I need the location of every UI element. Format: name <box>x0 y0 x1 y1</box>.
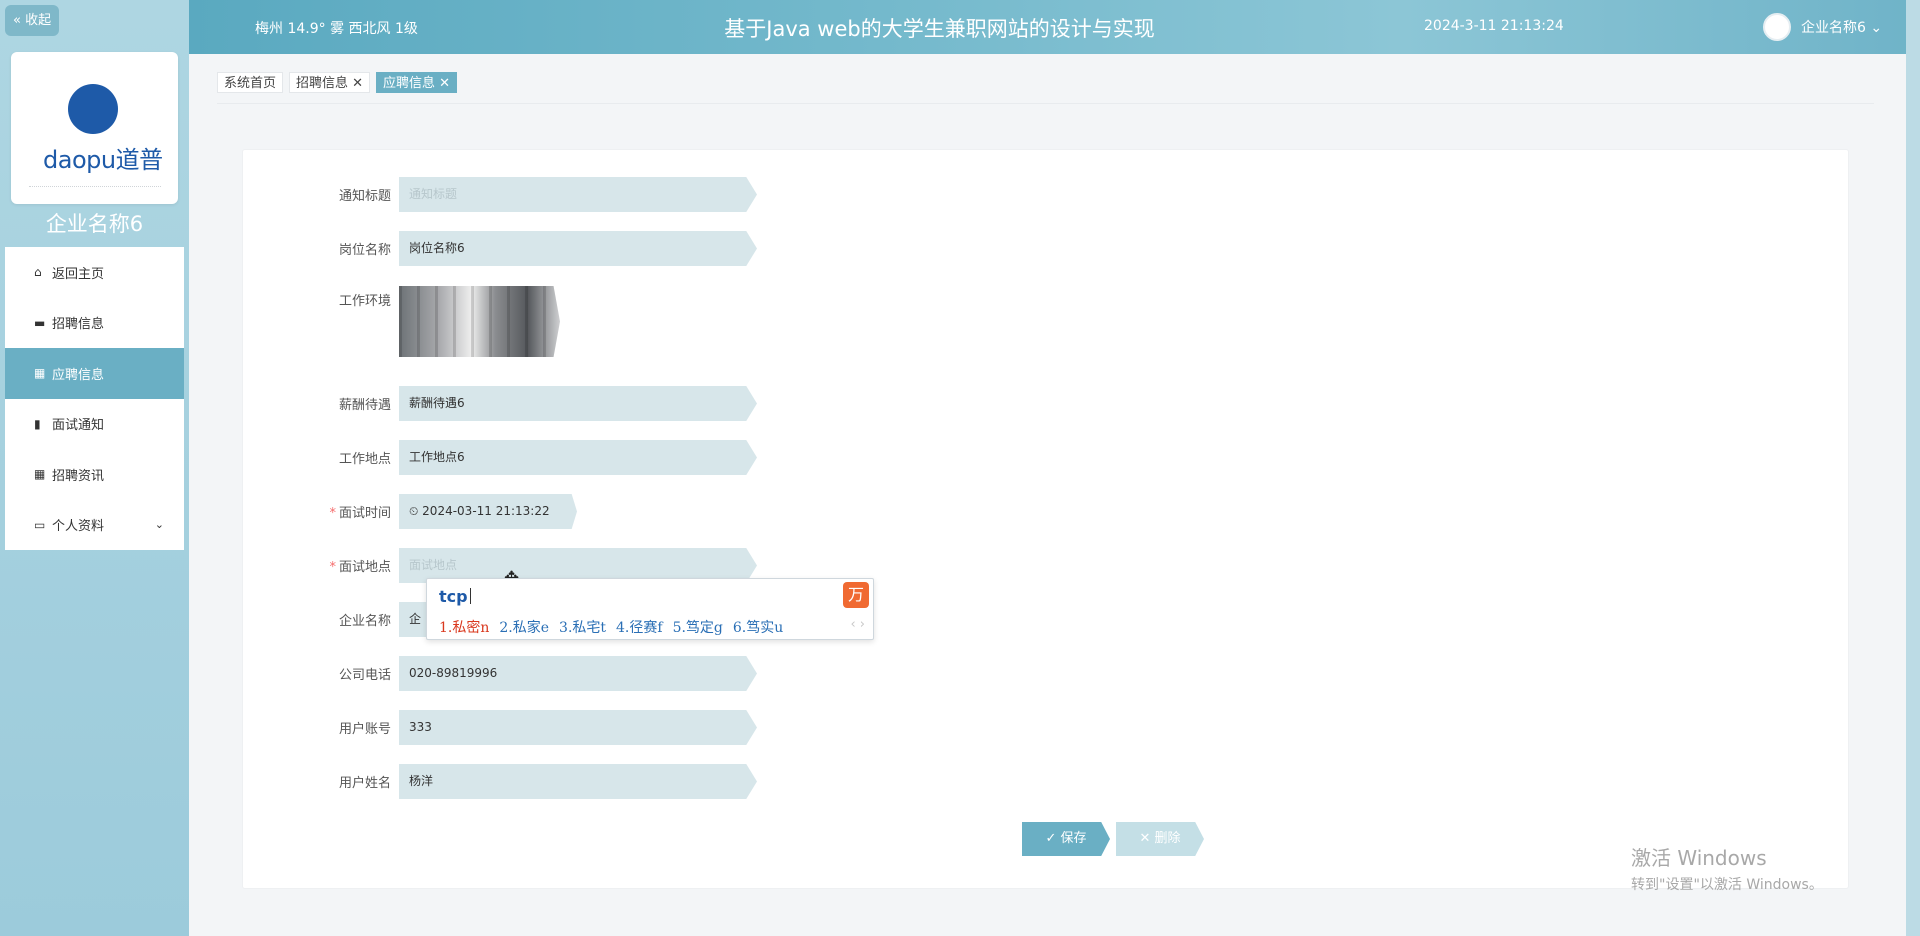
field-label: 用户账号 <box>338 722 391 737</box>
page-scrollbar[interactable] <box>1906 0 1920 936</box>
avatar <box>1763 13 1791 41</box>
required-mark: * <box>329 506 336 521</box>
ime-candidate[interactable]: 6.笃实u <box>733 617 783 637</box>
ime-candidate-window[interactable]: tcp 万 1.私密n 2.私家e 3.私宅t 4.径赛f 5.笃定g 6.笃实… <box>426 578 874 640</box>
sidebar-item-profile[interactable]: ▭ 个人资料 ⌄ <box>5 500 184 551</box>
required-mark: * <box>329 560 336 575</box>
user-account-input[interactable]: 333 <box>399 710 757 745</box>
windows-activation-watermark: 激活 Windows 转到"设置"以激活 Windows。 <box>1631 842 1823 894</box>
field-label: 工作环境 <box>338 294 391 309</box>
ime-page-arrows[interactable]: ‹ › <box>850 617 865 632</box>
tab-home[interactable]: 系统首页 <box>217 72 284 93</box>
field-label: 企业名称 <box>338 614 391 629</box>
application-form: 通知标题 通知标题 岗位名称 岗位名称6 工作环境 薪酬待遇 薪酬待遇6 工作地… <box>242 149 1849 889</box>
ime-candidates: 1.私密n 2.私家e 3.私宅t 4.径赛f 5.笃定g 6.笃实u <box>439 617 783 637</box>
ime-candidate[interactable]: 5.笃定g <box>673 617 723 637</box>
delete-button[interactable]: ✕ 删除 <box>1116 822 1204 856</box>
ime-candidate[interactable]: 4.径赛f <box>616 617 663 637</box>
salary-input[interactable]: 薪酬待遇6 <box>399 386 757 421</box>
top-header: 梅州 14.9° 雾 西北风 1级 基于Java web的大学生兼职网站的设计与… <box>189 0 1920 54</box>
user-name-input[interactable]: 杨洋 <box>399 764 757 799</box>
sidebar-item-label: 招聘资讯 <box>52 468 105 484</box>
field-label: 岗位名称 <box>338 243 391 258</box>
form-row: 用户账号 333 <box>243 710 757 745</box>
home-icon: ⌂ <box>34 265 42 280</box>
user-menu[interactable]: 企业名称6 ⌄ <box>1763 13 1882 41</box>
user-name: 企业名称6 ⌄ <box>1801 20 1883 36</box>
logo-text: daopu道普 <box>43 146 163 174</box>
chevron-down-icon: ⌄ <box>154 518 164 532</box>
briefcase-icon: ▬ <box>34 315 46 330</box>
form-row: 通知标题 通知标题 <box>243 177 757 212</box>
tab-bar: 系统首页 招聘信息 ✕ 应聘信息 ✕ <box>217 72 458 93</box>
sidebar-item-home[interactable]: ⌂ 返回主页 <box>5 247 184 298</box>
field-label: 用户姓名 <box>338 776 391 791</box>
field-label: 工作地点 <box>338 452 391 467</box>
current-datetime: 2024-3-11 21:13:24 <box>1424 18 1564 34</box>
interview-time-picker[interactable]: ⏲ 2024-03-11 21:13:22 <box>399 494 577 529</box>
form-row: 用户姓名 杨洋 <box>243 764 757 799</box>
ime-candidate[interactable]: 3.私宅t <box>559 617 606 637</box>
form-row: * 面试时间 ⏲ 2024-03-11 21:13:22 <box>243 494 577 529</box>
watermark-subtitle: 转到"设置"以激活 Windows。 <box>1631 877 1823 893</box>
form-row: 工作环境 <box>243 286 560 357</box>
field-label: * 面试地点 <box>329 560 391 575</box>
field-label: 薪酬待遇 <box>338 398 391 413</box>
save-button[interactable]: ✓ 保存 <box>1022 822 1110 856</box>
form-row: 公司电话 020-89819996 <box>243 656 757 691</box>
grid-icon: ▦ <box>34 366 46 381</box>
sidebar-company-name: 企业名称6 <box>45 212 144 236</box>
form-row: 岗位名称 岗位名称6 <box>243 231 757 266</box>
ime-composition: tcp <box>439 587 471 606</box>
sidebar-item-label: 个人资料 <box>52 519 105 535</box>
tab-applications[interactable]: 应聘信息 ✕ <box>376 72 458 93</box>
sidebar-menu: ⌂ 返回主页 ▬ 招聘信息 ▦ 应聘信息 ▮ 面试通知 ▦ 招聘资讯 ▭ 个人资… <box>5 247 184 550</box>
sidebar-item-interview-notice[interactable]: ▮ 面试通知 <box>5 399 184 450</box>
form-row: 工作地点 工作地点6 <box>243 440 757 475</box>
form-row: 薪酬待遇 薪酬待遇6 <box>243 386 757 421</box>
daopu-logo-icon <box>68 84 118 134</box>
sidebar-item-label: 面试通知 <box>52 418 105 434</box>
sidebar-item-news[interactable]: ▦ 招聘资讯 <box>5 449 184 500</box>
sidebar-item-recruitment[interactable]: ▬ 招聘信息 <box>5 298 184 349</box>
sidebar-item-applications[interactable]: ▦ 应聘信息 <box>5 348 184 399</box>
tab-recruitment[interactable]: 招聘信息 ✕ <box>289 72 371 93</box>
logo-divider <box>29 186 161 189</box>
field-label: 通知标题 <box>338 189 391 204</box>
position-name-input[interactable]: 岗位名称6 <box>399 231 757 266</box>
grid-icon: ▦ <box>34 467 46 482</box>
ime-candidate[interactable]: 1.私密n <box>439 617 489 637</box>
card-icon: ▭ <box>34 517 46 532</box>
tabs-divider <box>217 103 1874 104</box>
watermark-title: 激活 Windows <box>1631 846 1767 870</box>
ime-logo-icon[interactable]: 万 <box>843 582 869 608</box>
sidebar-item-label: 应聘信息 <box>52 367 105 383</box>
collapse-button[interactable]: « 收起 <box>5 5 60 36</box>
notice-title-input[interactable]: 通知标题 <box>399 177 757 212</box>
field-label: 公司电话 <box>338 668 391 683</box>
clipboard-icon: ▮ <box>34 416 41 431</box>
company-phone-input[interactable]: 020-89819996 <box>399 656 757 691</box>
sidebar: « 收起 daopu道普 企业名称6 ⌂ 返回主页 ▬ 招聘信息 ▦ 应聘信息 … <box>0 0 189 936</box>
ime-candidate[interactable]: 2.私家e <box>499 617 549 637</box>
work-location-input[interactable]: 工作地点6 <box>399 440 757 475</box>
sidebar-item-label: 返回主页 <box>52 266 105 282</box>
work-environment-image[interactable] <box>399 286 560 357</box>
sidebar-item-label: 招聘信息 <box>52 317 105 333</box>
field-label: * 面试时间 <box>329 506 391 521</box>
logo-card: daopu道普 <box>11 52 178 204</box>
